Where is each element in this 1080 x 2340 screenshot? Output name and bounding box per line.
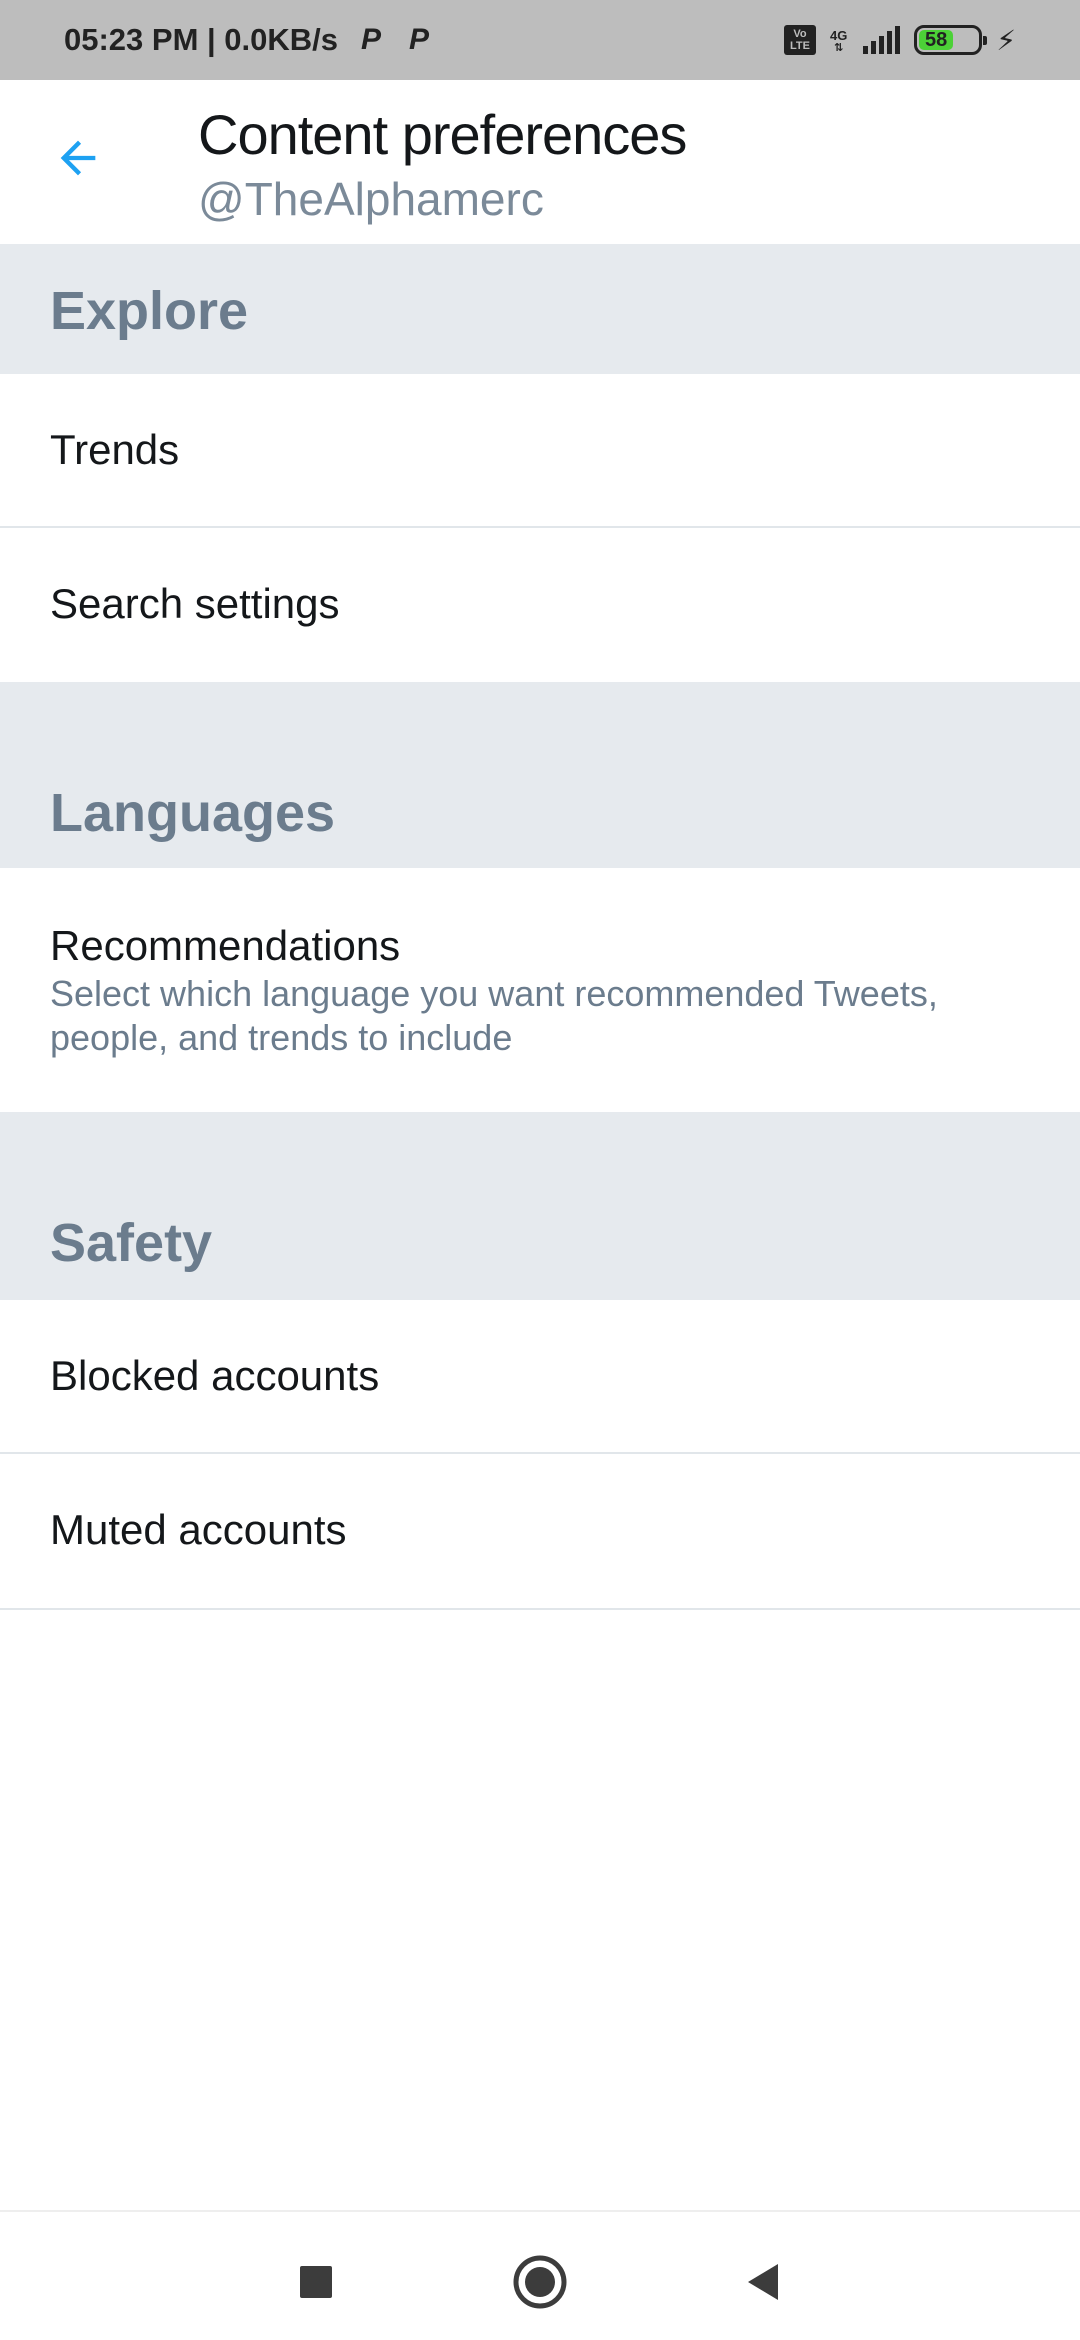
back-button[interactable] bbox=[40, 120, 116, 196]
section-title-languages: Languages bbox=[50, 783, 336, 843]
status-right: Vo LTE 4G ⇅ 58 ⚡ bbox=[783, 24, 1016, 57]
settings-item-label: Search settings bbox=[50, 580, 340, 627]
section-title-safety: Safety bbox=[50, 1213, 213, 1273]
circle-icon bbox=[513, 2255, 567, 2309]
section-title-explore: Explore bbox=[50, 281, 249, 341]
settings-item-label: Recommendations bbox=[50, 922, 401, 969]
status-time-speed: 05:23 PM | 0.0KB/s bbox=[64, 22, 339, 57]
back-nav-button[interactable] bbox=[732, 2252, 792, 2312]
network-type-label: 4G bbox=[829, 27, 848, 43]
account-handle: @TheAlphamerc bbox=[198, 173, 544, 225]
triangle-back-icon bbox=[748, 2264, 778, 2300]
settings-item-label: Trends bbox=[50, 426, 180, 473]
charging-bolt-icon: ⚡ bbox=[996, 24, 1016, 56]
battery-fill: 58 bbox=[919, 28, 953, 51]
settings-item-trends[interactable]: Trends bbox=[0, 374, 1080, 528]
app-header: Content preferences @TheAlphamerc bbox=[0, 80, 1080, 244]
screen: 05:23 PM | 0.0KB/s P P Vo LTE 4G ⇅ 58 ⚡ … bbox=[0, 0, 1080, 2340]
settings-item-recommendations[interactable]: Recommendations Select which language yo… bbox=[0, 868, 1080, 1112]
settings-item-label: Muted accounts bbox=[50, 1506, 347, 1553]
settings-item-muted-accounts[interactable]: Muted accounts bbox=[0, 1454, 1080, 1610]
network-type-icon: 4G ⇅ bbox=[829, 27, 848, 54]
settings-item-label: Blocked accounts bbox=[50, 1352, 380, 1399]
recents-button[interactable] bbox=[286, 2252, 346, 2312]
page-title: Content preferences bbox=[198, 103, 687, 166]
volte-icon: Vo LTE bbox=[783, 25, 816, 55]
notification-p-icon: P bbox=[361, 23, 382, 56]
section-header-languages: Languages bbox=[0, 682, 1080, 868]
square-icon bbox=[300, 2266, 332, 2298]
battery-level-label: 58 bbox=[925, 28, 948, 51]
section-header-explore: Explore bbox=[0, 244, 1080, 374]
data-arrows-icon: ⇅ bbox=[834, 41, 844, 54]
arrow-left-icon bbox=[60, 140, 96, 176]
home-button[interactable] bbox=[510, 2252, 570, 2312]
settings-item-description: Select which language you want recommend… bbox=[50, 973, 938, 1058]
signal-icon bbox=[863, 26, 901, 54]
section-header-safety: Safety bbox=[0, 1112, 1080, 1300]
system-nav-bar bbox=[0, 2210, 1080, 2340]
volte-label: Vo LTE bbox=[790, 28, 810, 52]
battery-icon: 58 bbox=[914, 25, 988, 55]
status-bar: 05:23 PM | 0.0KB/s P P Vo LTE 4G ⇅ 58 ⚡ bbox=[0, 0, 1080, 80]
battery-tip bbox=[983, 36, 988, 45]
notification-p-icon-2: P bbox=[409, 23, 430, 56]
status-left: 05:23 PM | 0.0KB/s P P bbox=[64, 22, 434, 58]
settings-item-blocked-accounts[interactable]: Blocked accounts bbox=[0, 1300, 1080, 1454]
divider bbox=[0, 1608, 1080, 1610]
settings-item-search-settings[interactable]: Search settings bbox=[0, 528, 1080, 682]
